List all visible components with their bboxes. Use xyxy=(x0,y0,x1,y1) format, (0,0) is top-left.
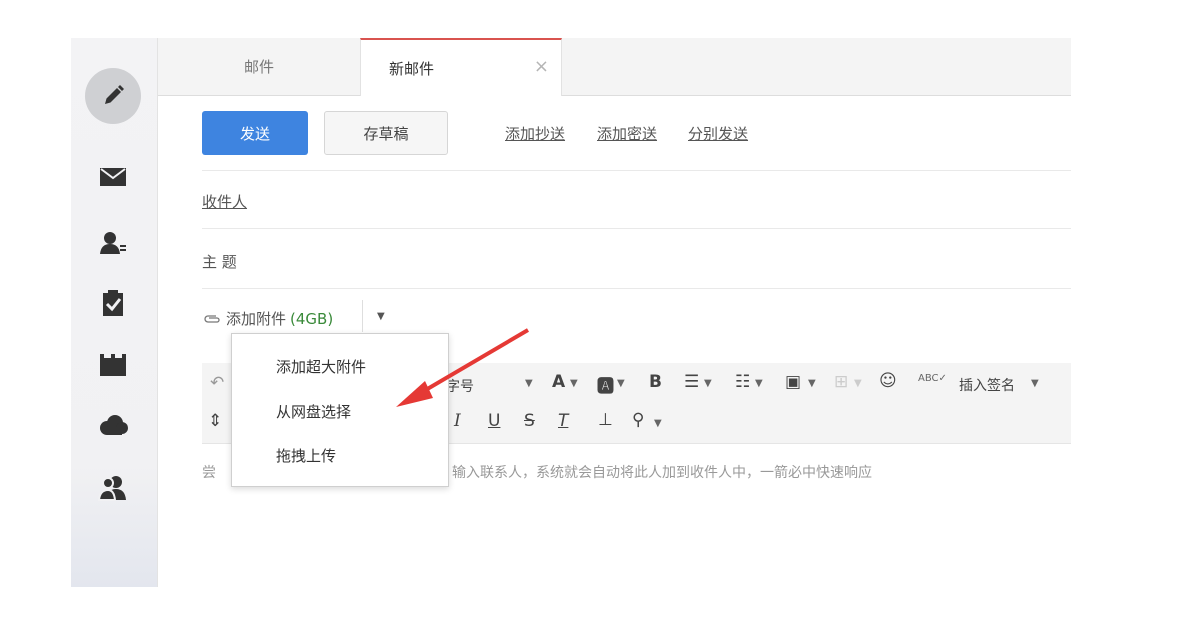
annotation-arrow-icon xyxy=(396,328,530,407)
